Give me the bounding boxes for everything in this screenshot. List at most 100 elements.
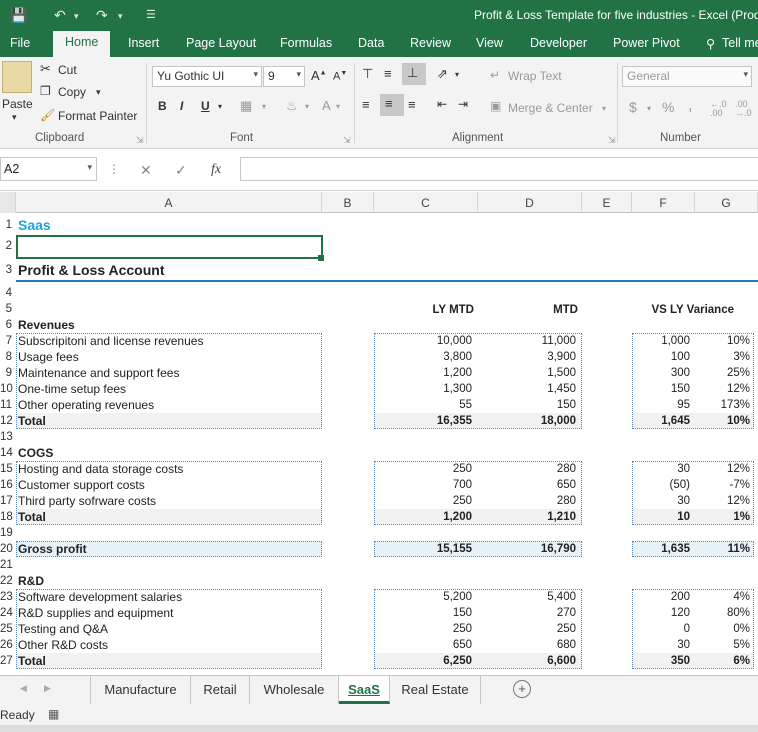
value-cell[interactable]: 16,355 [380, 415, 472, 427]
value-cell[interactable]: 120 [636, 607, 690, 619]
tab-review[interactable]: Review [410, 36, 451, 50]
tab-power-pivot[interactable]: Power Pivot [613, 36, 680, 50]
value-cell[interactable]: 18,000 [482, 415, 576, 427]
value-cell[interactable]: 3% [696, 351, 750, 363]
value-cell[interactable]: 250 [482, 623, 576, 635]
cancel-icon[interactable]: ✕ [140, 162, 152, 179]
value-cell[interactable]: 12% [696, 495, 750, 507]
value-cell[interactable]: 100 [636, 351, 690, 363]
tab-developer[interactable]: Developer [530, 36, 587, 50]
value-cell[interactable]: 11,000 [482, 335, 576, 347]
paste-button[interactable]: Paste [2, 97, 33, 111]
value-cell[interactable]: 30 [636, 495, 690, 507]
increase-font-icon[interactable]: A▲ [311, 68, 327, 83]
increase-indent-icon[interactable]: ⇥ [458, 97, 468, 111]
redo-icon[interactable]: ↷ [96, 7, 108, 24]
line-item-label[interactable]: One-time setup fees [18, 382, 126, 396]
value-cell[interactable]: 250 [380, 623, 472, 635]
value-cell[interactable]: 10 [636, 511, 690, 523]
row-number[interactable]: 7 [0, 335, 12, 347]
line-item-label[interactable]: Revenues [18, 318, 75, 332]
value-cell[interactable]: 5,400 [482, 591, 576, 603]
row-number[interactable]: 4 [0, 287, 12, 299]
value-cell[interactable]: 12% [696, 383, 750, 395]
row-number[interactable]: 8 [0, 351, 12, 363]
row-number[interactable]: 13 [0, 431, 13, 443]
font-size-select[interactable]: 9 ▾ [263, 66, 305, 87]
line-item-label[interactable]: Total [18, 414, 46, 428]
font-launcher-icon[interactable]: ⇲ [343, 135, 351, 146]
align-middle-icon[interactable]: ≡ [384, 66, 392, 81]
row-number[interactable]: 12 [0, 415, 13, 427]
value-cell[interactable]: 300 [636, 367, 690, 379]
column-header-d[interactable]: D [478, 192, 582, 213]
macro-record-icon[interactable]: ▦ [48, 707, 59, 721]
underline-button[interactable]: U [201, 99, 210, 113]
line-item-label[interactable]: R&D supplies and equipment [18, 606, 173, 620]
sheet-tab-wholesale[interactable]: Wholesale [250, 676, 339, 704]
row-number[interactable]: 23 [0, 591, 13, 603]
row-number[interactable]: 25 [0, 623, 13, 635]
align-center-icon[interactable]: ≡ [380, 94, 404, 116]
number-format-select[interactable]: General ▾ [622, 66, 752, 87]
tab-tell-me[interactable]: Tell me [722, 36, 758, 50]
value-cell[interactable]: 6,600 [482, 655, 576, 667]
value-cell[interactable]: 700 [380, 479, 472, 491]
name-box[interactable]: A2 ▾ [0, 157, 97, 181]
chevron-down-icon[interactable]: ▾ [87, 162, 92, 173]
row-number[interactable]: 27 [0, 655, 13, 667]
copy-dropdown-icon[interactable]: ▾ [96, 87, 101, 98]
line-item-label[interactable]: R&D [18, 574, 44, 588]
line-item-label[interactable]: Testing and Q&A [18, 622, 108, 636]
row-number[interactable]: 22 [0, 575, 13, 587]
row-number[interactable]: 16 [0, 479, 13, 491]
undo-icon[interactable]: ↶ [54, 7, 66, 24]
line-item-label[interactable]: Total [18, 510, 46, 524]
row-number[interactable]: 1 [0, 219, 12, 231]
value-cell[interactable]: 12% [696, 463, 750, 475]
increase-decimal-icon[interactable]: ←.0.00 [710, 100, 727, 118]
value-cell[interactable]: 680 [482, 639, 576, 651]
value-cell[interactable]: 1,200 [380, 511, 472, 523]
format-painter-button[interactable]: Format Painter [58, 109, 137, 123]
value-cell[interactable]: 16,790 [482, 543, 576, 555]
insert-function-button[interactable]: fx [211, 162, 221, 178]
value-cell[interactable]: 150 [636, 383, 690, 395]
select-all-button[interactable] [0, 192, 16, 213]
line-item-label[interactable]: Subscripitoni and license revenues [18, 334, 203, 348]
value-cell[interactable]: 250 [380, 463, 472, 475]
save-icon[interactable]: 💾 [10, 7, 27, 24]
line-item-label[interactable]: Customer support costs [18, 478, 145, 492]
line-item-label[interactable]: Other operating revenues [18, 398, 154, 412]
fill-handle[interactable] [318, 255, 324, 261]
font-color-dropdown-icon[interactable]: ▾ [336, 102, 340, 111]
orientation-icon[interactable]: ⇗ [437, 66, 448, 82]
value-cell[interactable]: 30 [636, 639, 690, 651]
column-header-c[interactable]: C [374, 192, 478, 213]
value-cell[interactable]: 80% [696, 607, 750, 619]
row-number[interactable]: 20 [0, 543, 13, 555]
undo-dropdown-icon[interactable]: ▾ [74, 11, 79, 22]
merge-center-button[interactable]: Merge & Center [508, 101, 593, 115]
value-cell[interactable]: 55 [380, 399, 472, 411]
italic-button[interactable]: I [180, 99, 183, 113]
value-cell[interactable]: (50) [636, 479, 690, 491]
currency-button[interactable]: $ [629, 99, 637, 115]
value-cell[interactable]: 6% [696, 655, 750, 667]
value-cell[interactable]: 3,800 [380, 351, 472, 363]
tab-home[interactable]: Home [53, 31, 111, 57]
scroll-tabs-right-icon[interactable]: ▶ [44, 683, 51, 694]
value-cell[interactable]: 280 [482, 463, 576, 475]
row-number[interactable]: 21 [0, 559, 13, 571]
value-cell[interactable]: 3,900 [482, 351, 576, 363]
value-cell[interactable]: 150 [482, 399, 576, 411]
value-cell[interactable]: 10,000 [380, 335, 472, 347]
formula-input[interactable] [240, 157, 758, 181]
sheet-tab-retail[interactable]: Retail [191, 676, 250, 704]
value-cell[interactable]: -7% [696, 479, 750, 491]
tab-file[interactable]: File [10, 36, 30, 50]
currency-dropdown-icon[interactable]: ▾ [647, 104, 651, 113]
column-header-e[interactable]: E [582, 192, 632, 213]
align-bottom-icon[interactable]: ⊥ [402, 63, 426, 85]
row-number[interactable]: 3 [0, 264, 12, 276]
